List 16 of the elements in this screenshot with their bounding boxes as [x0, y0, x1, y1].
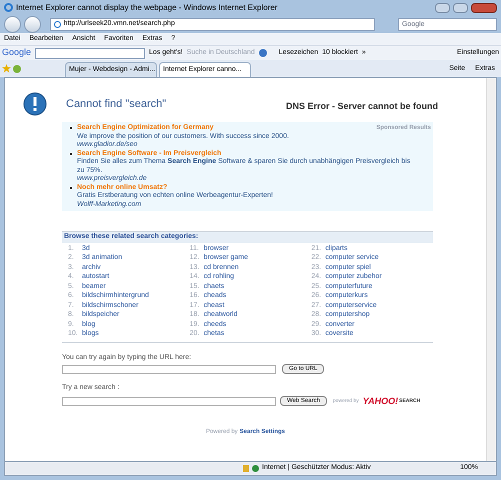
yahoo-logo: YAHOO!	[362, 394, 398, 408]
forward-button[interactable]	[24, 16, 41, 32]
google-logo: Google	[2, 46, 32, 60]
close-button[interactable]	[471, 2, 497, 12]
info-icon	[23, 92, 47, 116]
minimize-button[interactable]	[435, 2, 450, 12]
new-search-field[interactable]	[62, 396, 276, 406]
window-title: Internet Explorer cannot display the webpage - Windows Internet Explorer	[16, 2, 278, 14]
error-title: Cannot find "search"	[66, 96, 168, 112]
error-subtitle: DNS Error - Server cannot be found	[286, 100, 438, 114]
maximize-button[interactable]	[453, 2, 468, 12]
scrollbar[interactable]	[486, 78, 496, 461]
star-icon[interactable]	[2, 64, 11, 73]
url-field[interactable]	[62, 364, 276, 374]
back-button[interactable]	[4, 16, 21, 32]
google-search-field[interactable]	[35, 48, 146, 58]
